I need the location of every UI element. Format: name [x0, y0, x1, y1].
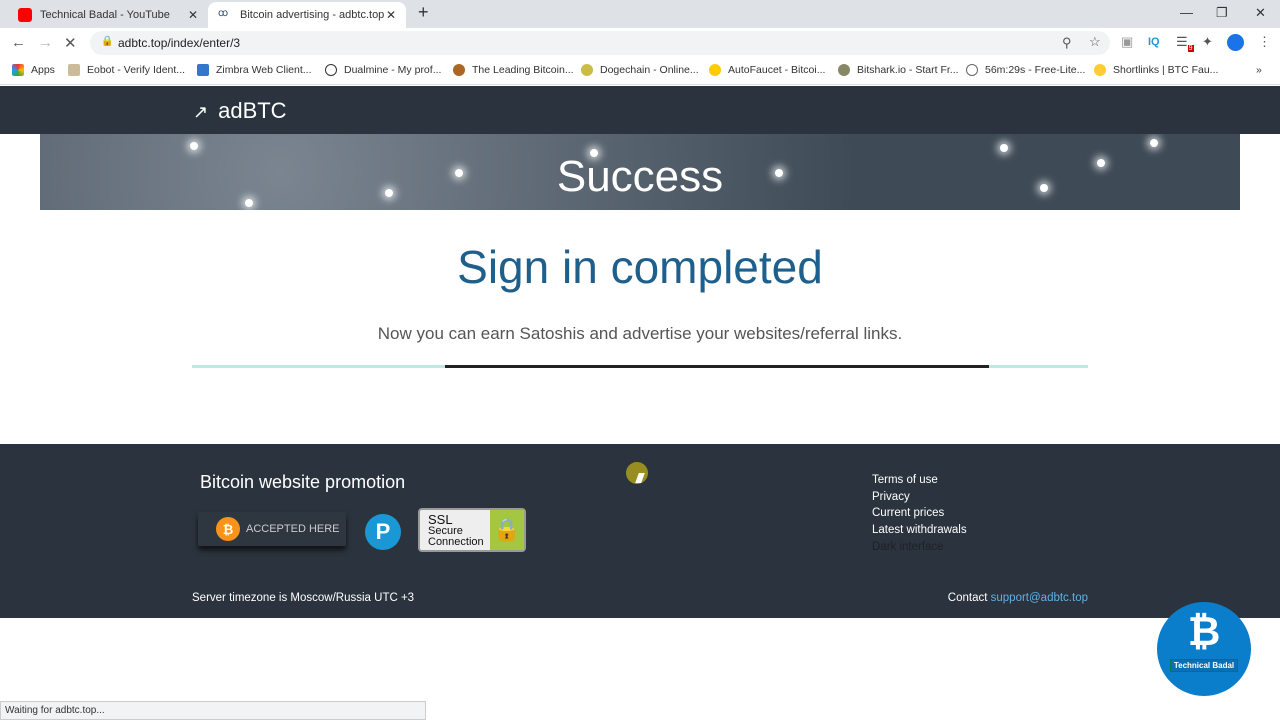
tab-title: Bitcoin advertising - adbtc.top	[240, 9, 385, 21]
extension-icon[interactable]: ▣	[1121, 34, 1133, 50]
site-header: ↗ adBTC	[0, 86, 1280, 134]
status-bar: Waiting for adbtc.top...	[0, 701, 426, 720]
more-bookmarks-button[interactable]: »	[1256, 64, 1262, 76]
bookmark-item[interactable]: 56m:29s - Free-Lite...	[966, 64, 1085, 76]
close-tab-icon[interactable]: ✕	[188, 8, 198, 22]
contact-label: Contact	[947, 592, 988, 604]
page-subtitle: Now you can earn Satoshis and advertise …	[377, 324, 903, 343]
mouse-cursor-icon	[626, 462, 648, 484]
logo-text: adBTC	[218, 98, 287, 123]
menu-icon[interactable]: ⋮	[1258, 34, 1271, 50]
banner-title: Success	[556, 152, 724, 201]
progress-bar	[192, 365, 1088, 368]
address-bar[interactable]: 🔒 adbtc.top/index/enter/3	[90, 31, 1110, 55]
close-window-icon[interactable]: ✕	[1255, 5, 1266, 21]
site-logo[interactable]: ↗ adBTC	[193, 98, 287, 124]
profile-avatar[interactable]	[1227, 34, 1244, 51]
bookmark-item[interactable]: AutoFaucet - Bitcoi...	[709, 64, 825, 76]
bookmark-icon	[453, 64, 465, 76]
privacy-link[interactable]: Privacy	[872, 489, 967, 506]
current-prices-link[interactable]: Current prices	[872, 505, 967, 522]
close-tab-icon[interactable]: ✕	[386, 8, 396, 22]
tab-title: Technical Badal - YouTube	[40, 9, 170, 21]
bookmark-label: 56m:29s - Free-Lite...	[985, 64, 1086, 76]
bookmark-item[interactable]: Eobot - Verify Ident...	[68, 64, 185, 76]
bookmarks-bar: Apps Eobot - Verify Ident... Zimbra Web …	[0, 58, 1280, 85]
server-timezone: Server timezone is Moscow/Russia UTC +3	[192, 592, 415, 604]
youtube-icon	[18, 8, 32, 22]
bookmark-item[interactable]: Dualmine - My prof...	[325, 64, 441, 76]
bookmark-item[interactable]: Shortlinks | BTC Fau...	[1094, 64, 1218, 76]
dark-interface-link[interactable]: Dark interface	[872, 539, 967, 556]
contact-email-link[interactable]: support@adbtc.top	[991, 592, 1088, 604]
zoom-icon[interactable]: ⚲	[1062, 35, 1072, 51]
bookmark-apps[interactable]: Apps	[12, 64, 55, 76]
puzzle-icon[interactable]: ✦	[1202, 34, 1213, 50]
bookmark-label: Dualmine - My prof...	[344, 64, 442, 76]
stop-icon[interactable]: ✕	[64, 34, 77, 52]
bookmark-icon	[1094, 64, 1106, 76]
progress-fill	[445, 365, 989, 368]
tab-youtube[interactable]: Technical Badal - YouTube ✕	[8, 2, 208, 28]
promo-heading: Bitcoin website promotion	[200, 472, 406, 492]
success-banner: Success	[40, 134, 1240, 210]
iq-extension-icon[interactable]: IQ	[1148, 36, 1160, 48]
bitcoin-accepted-badge: ₿ ACCEPTED HERE	[198, 512, 346, 546]
bookmark-icon	[68, 64, 80, 76]
forward-icon[interactable]: →	[38, 34, 53, 51]
adbtc-icon: ꝏ	[218, 8, 229, 19]
bookmark-label: Dogechain - Online...	[600, 64, 699, 76]
terms-link[interactable]: Terms of use	[872, 472, 967, 489]
lock-icon: 🔒	[101, 36, 114, 47]
filter-extension-icon[interactable]: ☰9	[1176, 34, 1194, 52]
bookmark-item[interactable]: Bitshark.io - Start Fr...	[838, 64, 959, 76]
toolbar: ← → ✕ 🔒 adbtc.top/index/enter/3	[0, 28, 1280, 58]
star-icon[interactable]: ☆	[1089, 34, 1101, 50]
bookmark-item[interactable]: The Leading Bitcoin...	[453, 64, 574, 76]
new-tab-button[interactable]: +	[418, 2, 429, 23]
bookmark-icon	[325, 64, 337, 76]
bookmark-icon	[581, 64, 593, 76]
ssl-badge: SSL Secure Connection 🔒	[418, 508, 526, 552]
restore-icon[interactable]: ❐	[1216, 5, 1228, 21]
latest-withdrawals-link[interactable]: Latest withdrawals	[872, 522, 967, 539]
bookmark-icon	[197, 64, 209, 76]
bookmark-label: Zimbra Web Client...	[216, 64, 312, 76]
bookmark-item[interactable]: Zimbra Web Client...	[197, 64, 312, 76]
bookmark-label: Apps	[31, 64, 55, 76]
apps-icon	[12, 64, 24, 76]
bookmark-label: AutoFaucet - Bitcoi...	[728, 64, 826, 76]
bookmark-label: Bitshark.io - Start Fr...	[857, 64, 959, 76]
footer-links: Terms of use Privacy Current prices Late…	[872, 472, 967, 556]
bookmark-label: Shortlinks | BTC Fau...	[1113, 64, 1219, 76]
back-icon[interactable]: ←	[11, 34, 26, 51]
tab-adbtc[interactable]: ꝏ Bitcoin advertising - adbtc.top ✕	[208, 2, 406, 28]
bookmark-icon	[966, 64, 978, 76]
bitcoin-icon: ₿	[216, 517, 240, 541]
arrow-icon: ↗	[193, 102, 209, 122]
bookmark-label: The Leading Bitcoin...	[472, 64, 574, 76]
channel-logo-icon: ₿	[1187, 610, 1221, 654]
padlock-icon: 🔒	[490, 510, 524, 550]
contact: Contact support@adbtc.top	[948, 592, 1088, 604]
watermark-label: Technical Badal	[1169, 659, 1239, 672]
badge-text: ACCEPTED HERE	[246, 523, 340, 535]
channel-watermark: ₿ Technical Badal	[1157, 602, 1251, 696]
bookmark-icon	[709, 64, 721, 76]
extension-badge: 9	[1187, 44, 1194, 52]
p-badge: P	[365, 514, 401, 550]
url-text: adbtc.top/index/enter/3	[118, 36, 241, 50]
bookmark-item[interactable]: Dogechain - Online...	[581, 64, 699, 76]
page-title: Sign in completed	[457, 241, 823, 293]
minimize-icon[interactable]: —	[1180, 5, 1193, 20]
bookmark-label: Eobot - Verify Ident...	[87, 64, 186, 76]
tab-bar: Technical Badal - YouTube ✕ ꝏ Bitcoin ad…	[0, 0, 1280, 28]
bookmark-icon	[838, 64, 850, 76]
